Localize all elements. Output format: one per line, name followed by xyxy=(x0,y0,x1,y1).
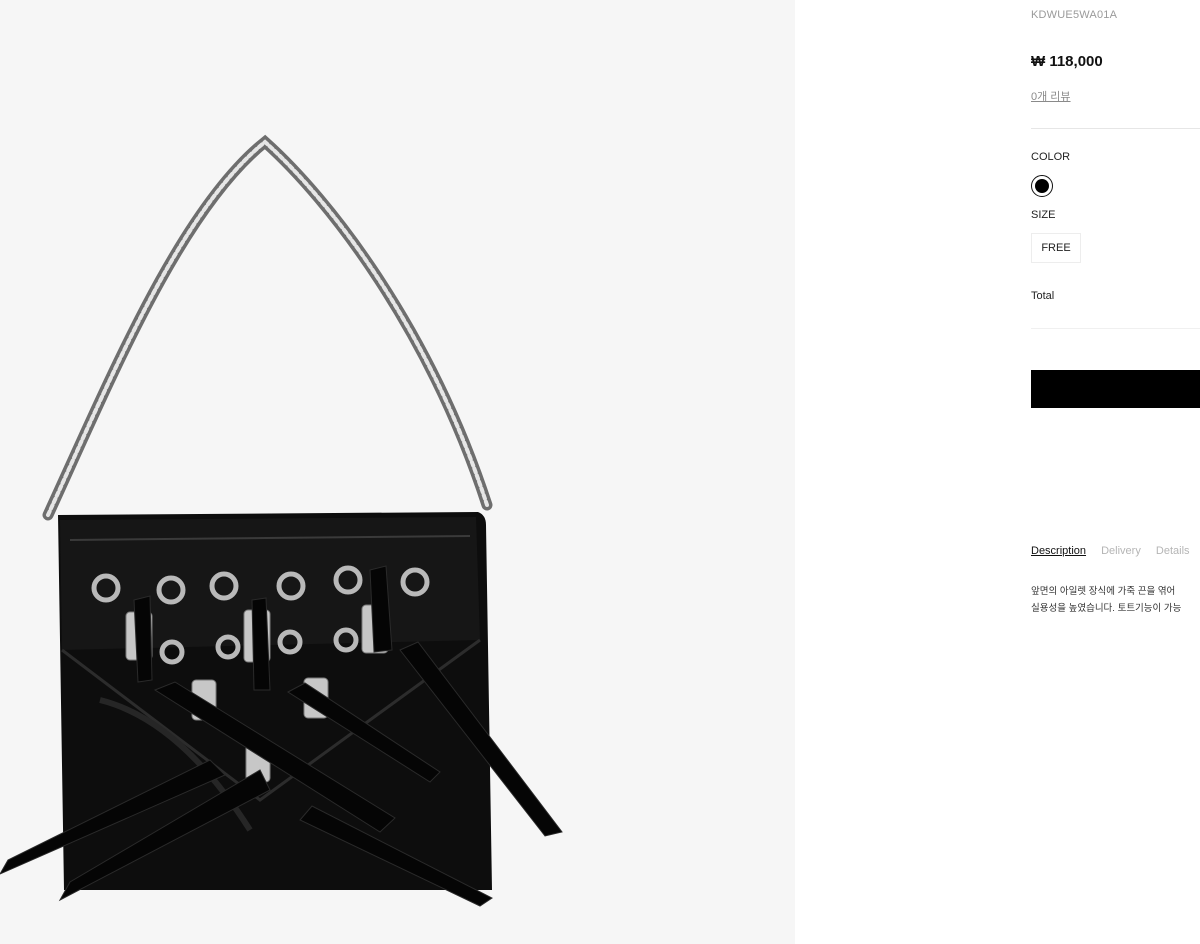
bag-body xyxy=(58,512,492,890)
tab-description[interactable]: Description xyxy=(1031,545,1086,557)
color-swatch-black[interactable] xyxy=(1031,175,1053,197)
reviews-link[interactable]: 0개 리뷰 xyxy=(1031,88,1071,104)
product-sku: KDWUE5WA01A xyxy=(1031,9,1118,21)
product-description: 앞면의 아일렛 장식에 가죽 끈을 엮어 실용성을 높였습니다. 토트기능이 가… xyxy=(1031,583,1200,617)
total-label: Total xyxy=(1031,290,1055,302)
product-price: ₩ 118,000 xyxy=(1031,53,1103,70)
detail-tabs: Description Delivery Details xyxy=(1031,545,1200,557)
product-image-panel xyxy=(0,0,795,944)
tab-details[interactable]: Details xyxy=(1156,545,1190,557)
tab-delivery[interactable]: Delivery xyxy=(1101,545,1141,557)
color-label: COLOR xyxy=(1031,151,1071,163)
buy-button[interactable] xyxy=(1031,370,1200,408)
description-line: 실용성을 높였습니다. 토트기능이 가능 xyxy=(1031,603,1182,614)
product-info-panel: KDWUE5WA01A ₩ 118,000 0개 리뷰 COLOR SIZE F… xyxy=(1031,0,1200,944)
color-swatch-dot xyxy=(1035,179,1049,193)
size-option-free[interactable]: FREE xyxy=(1031,233,1081,263)
selection-summary-box xyxy=(1031,328,1200,368)
chain-strap xyxy=(42,134,493,521)
divider xyxy=(1031,128,1200,129)
size-label: SIZE xyxy=(1031,209,1056,221)
product-image-black-leather-bag xyxy=(0,134,563,907)
description-line: 앞면의 아일렛 장식에 가죽 끈을 엮어 xyxy=(1031,586,1176,597)
